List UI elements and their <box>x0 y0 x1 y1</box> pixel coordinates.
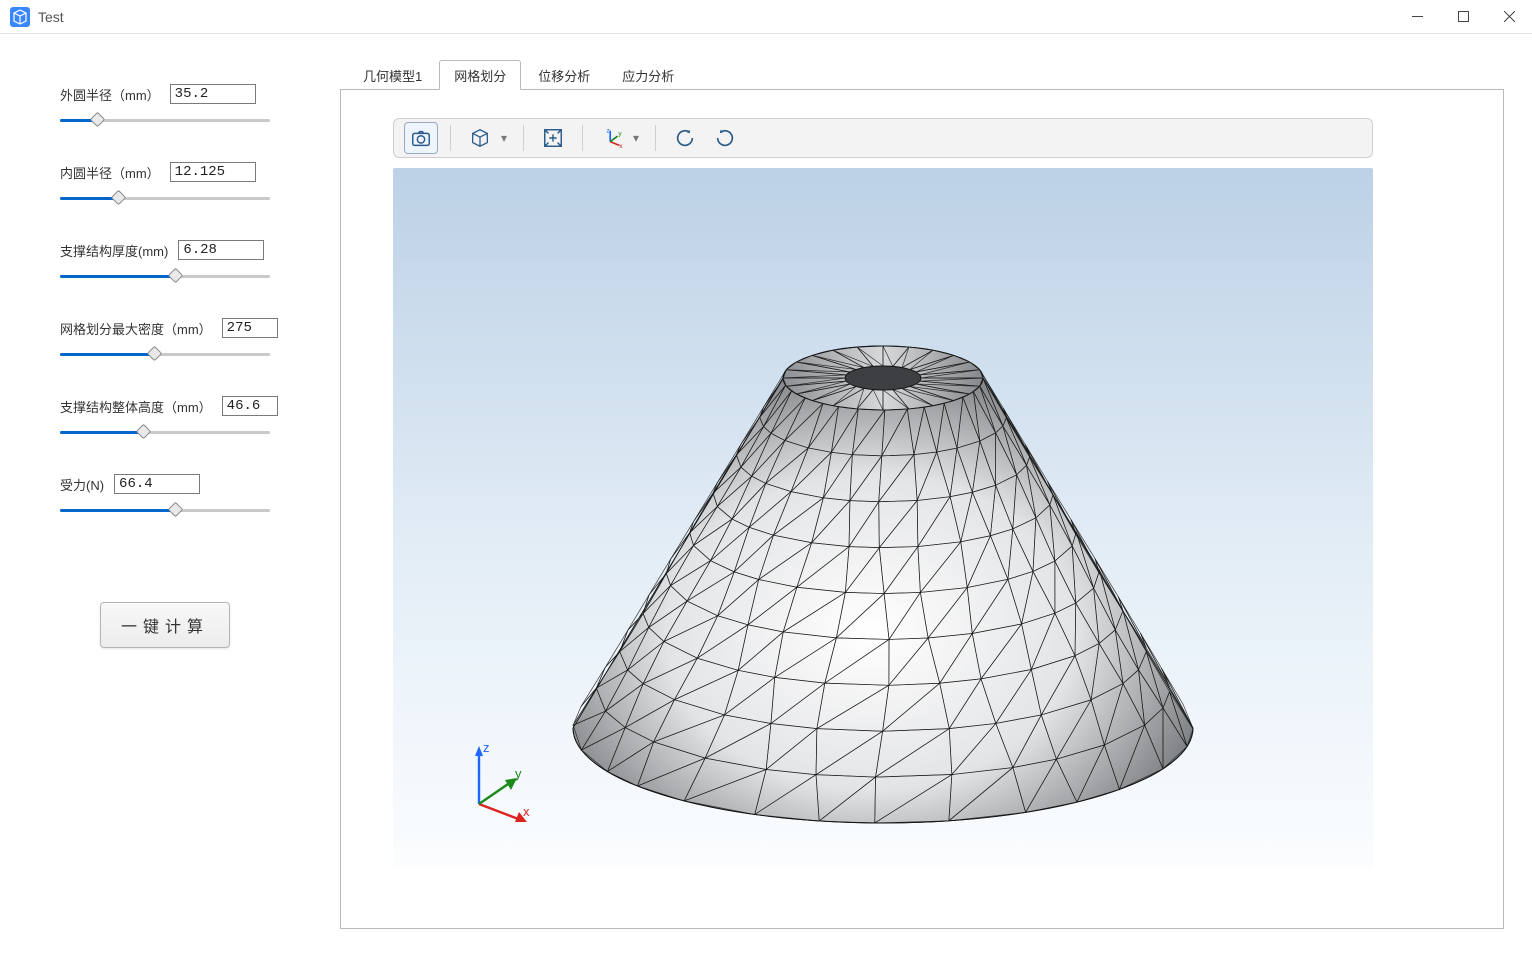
svg-text:y: y <box>618 130 622 137</box>
thickness-input[interactable] <box>178 240 264 260</box>
3d-viewport[interactable]: z y x <box>393 168 1373 868</box>
thickness-slider[interactable] <box>60 266 270 286</box>
param-height: 支撑结构整体高度（mm） <box>60 396 299 442</box>
axes-icon: z yx <box>601 127 623 149</box>
svg-text:z: z <box>607 128 610 135</box>
outer-radius-input[interactable] <box>170 84 256 104</box>
minimize-button[interactable] <box>1394 0 1440 34</box>
param-label: 支撑结构整体高度（mm） <box>60 397 212 416</box>
parameters-panel: 外圆半径（mm） 内圆半径（mm） 支撑结构厚度(mm) 网格划分最大密度（ <box>0 34 340 957</box>
tab-stress[interactable]: 应力分析 <box>607 60 689 89</box>
param-inner-radius: 内圆半径（mm） <box>60 162 299 208</box>
tab-displacement[interactable]: 位移分析 <box>523 60 605 89</box>
param-label: 支撑结构厚度(mm) <box>60 241 168 260</box>
tab-geometry[interactable]: 几何模型1 <box>348 60 437 89</box>
rotate-left-button[interactable] <box>668 122 702 154</box>
axis-y-label: y <box>515 766 522 781</box>
axis-z-label: z <box>483 740 490 755</box>
fit-icon <box>542 127 564 149</box>
axis-gizmo: z y x <box>453 738 543 828</box>
param-label: 受力(N) <box>60 475 104 494</box>
canvas-container: ▾ zyx ▾ <box>340 90 1504 929</box>
tab-mesh[interactable]: 网格划分 <box>439 60 521 90</box>
camera-icon <box>410 127 432 149</box>
axes-dropdown[interactable]: ▾ <box>629 131 643 145</box>
axes-button[interactable]: z yx <box>595 122 629 154</box>
main-area: 几何模型1网格划分位移分析应力分析 ▾ <box>340 34 1532 957</box>
rotate-left-icon <box>674 127 696 149</box>
rotate-right-button[interactable] <box>708 122 742 154</box>
window-title: Test <box>38 9 64 25</box>
inner-radius-slider[interactable] <box>60 188 270 208</box>
viewer-toolbar: ▾ z yx ▾ <box>393 118 1373 158</box>
app-icon <box>10 7 30 27</box>
fit-view-button[interactable] <box>536 122 570 154</box>
screenshot-button[interactable] <box>404 122 438 154</box>
titlebar: Test <box>0 0 1532 34</box>
close-button[interactable] <box>1486 0 1532 34</box>
height-input[interactable] <box>222 396 278 416</box>
param-label: 外圆半径（mm） <box>60 85 160 104</box>
tab-bar: 几何模型1网格划分位移分析应力分析 <box>340 62 1504 90</box>
param-label: 内圆半径（mm） <box>60 163 160 182</box>
force-input[interactable] <box>114 474 200 494</box>
rotate-right-icon <box>714 127 736 149</box>
param-force: 受力(N) <box>60 474 299 520</box>
compute-button[interactable]: 一键计算 <box>100 602 230 648</box>
svg-text:x: x <box>619 143 623 149</box>
param-thickness: 支撑结构厚度(mm) <box>60 240 299 286</box>
height-slider[interactable] <box>60 422 270 442</box>
viewcube-dropdown[interactable]: ▾ <box>497 131 511 145</box>
cube-icon <box>469 127 491 149</box>
outer-radius-slider[interactable] <box>60 110 270 130</box>
param-mesh-density: 网格划分最大密度（mm） <box>60 318 299 364</box>
inner-radius-input[interactable] <box>170 162 256 182</box>
mesh-density-slider[interactable] <box>60 344 270 364</box>
param-label: 网格划分最大密度（mm） <box>60 319 212 338</box>
param-outer-radius: 外圆半径（mm） <box>60 84 299 130</box>
maximize-button[interactable] <box>1440 0 1486 34</box>
force-slider[interactable] <box>60 500 270 520</box>
axis-x-label: x <box>523 804 530 819</box>
viewcube-button[interactable] <box>463 122 497 154</box>
mesh-density-input[interactable] <box>222 318 278 338</box>
